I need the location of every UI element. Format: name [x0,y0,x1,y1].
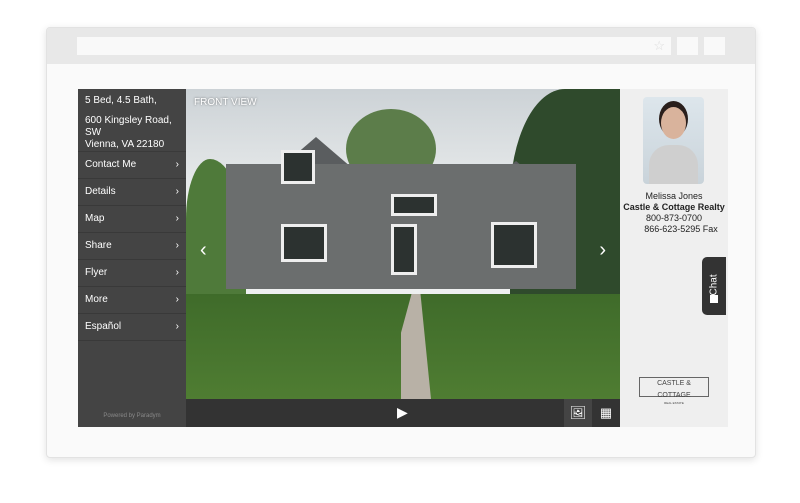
door [391,224,417,275]
photo-view-icon[interactable]: 🖼 [564,399,592,427]
agent-info: Melissa Jones Castle & Cottage Realty 80… [620,191,728,235]
browser-window: ☆ 5 Bed, 4.5 Bath, 600 Kingsley Road, SW… [46,27,756,458]
window [491,222,537,268]
chat-button[interactable]: Chat [702,257,726,315]
address-line2: Vienna, VA 22180 [85,139,165,150]
chevron-right-icon: › [175,267,179,278]
house [226,150,576,289]
chevron-right-icon: › [175,213,179,224]
previous-arrow-icon[interactable]: ‹ [200,239,207,262]
photo-caption: FRONT VIEW [194,97,257,108]
browser-button[interactable] [677,37,698,55]
menu-espanol[interactable]: Español › [78,314,186,341]
chevron-right-icon: › [175,186,179,197]
menu-map[interactable]: Map › [78,206,186,233]
beds-baths: 5 Bed, 4.5 Bath, [85,95,157,106]
grid-view-icon[interactable]: ▦ [592,399,620,427]
company-logo: CASTLE & COTTAGE REAL ESTATE [639,377,709,405]
chevron-right-icon: › [175,294,179,305]
menu-label: Map [85,213,105,224]
window [281,224,327,262]
star-icon[interactable]: ☆ [653,37,665,55]
menu-contact-me[interactable]: Contact Me › [78,152,186,179]
menu-label: Contact Me [85,159,137,170]
powered-by[interactable]: Powered by Paradym [78,413,186,419]
chevron-right-icon: › [175,159,179,170]
agent-fax: 866-623-5295 Fax [644,224,718,234]
chat-icon [710,295,718,303]
agent-photo [643,97,704,184]
logo-tagline: REAL ESTATE [664,401,684,405]
browser-button[interactable] [704,37,725,55]
address-bar[interactable]: ☆ [77,37,671,55]
menu-label: Share [85,240,112,251]
control-bar: ▶ 🖼 ▦ [186,399,620,427]
menu-label: Español [85,321,122,332]
address-line1: 600 Kingsley Road, SW [85,115,172,138]
menu-label: Details [85,186,116,197]
next-arrow-icon[interactable]: › [599,239,606,262]
logo-name: CASTLE & COTTAGE [657,380,691,399]
window [281,150,315,184]
agent-phone[interactable]: 800-873-0700 [620,213,728,224]
window [391,194,437,216]
menu-label: Flyer [85,267,108,278]
sidebar: 5 Bed, 4.5 Bath, 600 Kingsley Road, SW V… [78,89,186,427]
listing-address: 5 Bed, 4.5 Bath, 600 Kingsley Road, SW V… [78,89,186,152]
browser-toolbar: ☆ [47,28,755,64]
chat-label: Chat [708,274,720,296]
agent-company: Castle & Cottage Realty [623,202,725,212]
menu-share[interactable]: Share › [78,233,186,260]
listing-photo: FRONT VIEW ‹ › [186,89,620,399]
play-icon[interactable]: ▶ [397,404,408,421]
listing-tour: 5 Bed, 4.5 Bath, 600 Kingsley Road, SW V… [78,89,728,427]
agent-name: Melissa Jones [645,191,703,201]
menu-label: More [85,294,108,305]
chevron-right-icon: › [175,321,179,332]
menu-flyer[interactable]: Flyer › [78,260,186,287]
chevron-right-icon: › [175,240,179,251]
menu-more[interactable]: More › [78,287,186,314]
menu-details[interactable]: Details › [78,179,186,206]
